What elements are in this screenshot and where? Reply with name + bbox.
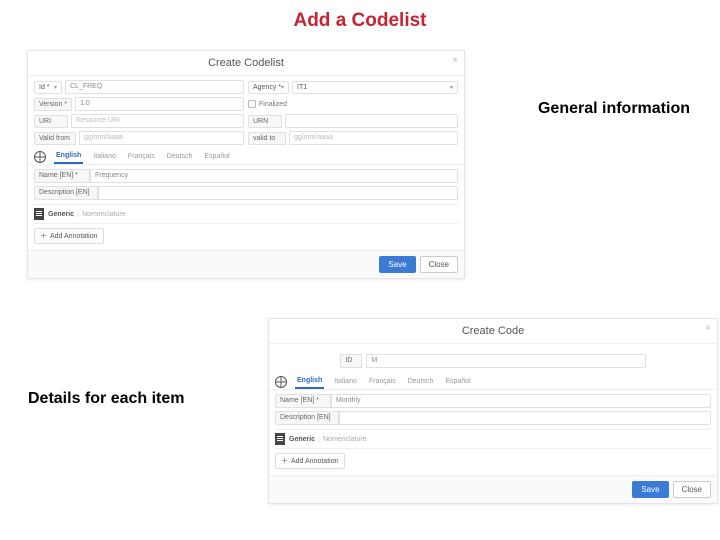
id-dropdown[interactable]: Id * ▾ [34,81,62,94]
lang-tab-it[interactable]: Italiano [91,150,118,163]
document-icon [34,208,44,220]
generic-label: Generic [289,436,319,443]
callout-general-info: General information [538,100,690,118]
agency-label: Agency * [253,84,281,91]
urn-input[interactable] [285,114,458,128]
close-icon[interactable]: × [705,323,711,334]
lang-tab-es[interactable]: Español [202,150,231,163]
name-label: Name [EN] * [34,169,90,183]
lang-tab-de[interactable]: Deutsch [165,150,195,163]
dialog-body: ID M English Italiano Français Deutsch E… [269,344,717,475]
version-input[interactable]: 1.0 [75,97,244,111]
generic-value: Nomenclature [82,211,126,218]
generic-row: Generic Nomenclature [34,204,458,224]
description-input[interactable] [98,186,458,200]
dialog-title-text: Create Code [462,325,524,337]
id-input[interactable]: M [366,354,645,368]
close-button[interactable]: Close [420,256,458,273]
generic-row: Generic Nomenclature [275,429,711,449]
plus-icon: ＋ [281,456,288,466]
globe-icon [34,151,46,163]
dialog-footer: Save Close [28,250,464,278]
checkbox-icon [248,100,256,108]
valid-to-label: valid to [248,132,286,145]
description-label: Description [EN] [34,186,98,200]
globe-icon [275,376,287,388]
lang-tab-es[interactable]: Español [443,375,472,388]
callout-details: Details for each item [28,390,185,408]
add-annotation-label: Add Annotation [50,233,98,240]
lang-tab-it[interactable]: Italiano [332,375,359,388]
plus-icon: ＋ [40,231,47,241]
page-title: Add a Codelist [0,0,720,38]
generic-value: Nomenclature [323,436,367,443]
dialog-title-text: Create Codelist [208,57,284,69]
document-icon [275,433,285,445]
dialog-body: Id * ▾ CL_FREQ Agency * ▾ IT1 ▾ Version … [28,76,464,250]
language-tabs: English Italiano Français Deutsch Españo… [269,374,717,390]
dialog-title: Create Code × [269,319,717,344]
chevron-down-icon: ▾ [54,84,57,91]
close-icon[interactable]: × [452,55,458,66]
name-input[interactable]: Monthly [331,394,711,408]
uri-input[interactable]: Resource URI [71,114,244,128]
add-annotation-button[interactable]: ＋ Add Annotation [34,228,104,244]
chevron-down-icon: ▾ [281,84,284,91]
close-button[interactable]: Close [673,481,711,498]
uri-label: URI [34,115,68,128]
save-button[interactable]: Save [379,256,415,273]
id-input[interactable]: CL_FREQ [65,80,244,94]
valid-from-input[interactable]: gg/mm/aaaa [79,131,244,145]
finalized-label: Finalized [259,101,287,108]
id-label: Id * [39,84,50,91]
agency-select[interactable]: IT1 ▾ [292,81,458,94]
description-label: Description [EN] [275,411,339,425]
id-label: ID [340,354,362,368]
language-tabs: English Italiano Français Deutsch Españo… [28,149,464,165]
create-code-dialog: Create Code × ID M English Italiano Fran… [268,318,718,504]
name-input[interactable]: Frequency [90,169,458,183]
create-codelist-dialog: Create Codelist × Id * ▾ CL_FREQ Agency … [27,50,465,279]
add-annotation-button[interactable]: ＋ Add Annotation [275,453,345,469]
valid-from-label: Valid from [34,132,76,145]
lang-tab-en[interactable]: English [54,149,83,164]
finalized-checkbox[interactable]: Finalized [248,100,287,108]
add-annotation-label: Add Annotation [291,458,339,465]
save-button[interactable]: Save [632,481,668,498]
agency-dropdown-label[interactable]: Agency * ▾ [248,81,289,94]
urn-label: URN [248,115,282,128]
dialog-footer: Save Close [269,475,717,503]
dialog-title: Create Codelist × [28,51,464,76]
lang-tab-de[interactable]: Deutsch [406,375,436,388]
chevron-down-icon: ▾ [450,84,453,91]
agency-value: IT1 [297,84,307,91]
name-label: Name [EN] * [275,394,331,408]
lang-tab-fr[interactable]: Français [126,150,157,163]
lang-tab-fr[interactable]: Français [367,375,398,388]
version-label: Version * [34,98,72,111]
generic-label: Generic [48,211,78,218]
valid-to-input[interactable]: gg/mm/aaaa [289,131,458,145]
description-input[interactable] [339,411,711,425]
lang-tab-en[interactable]: English [295,374,324,389]
